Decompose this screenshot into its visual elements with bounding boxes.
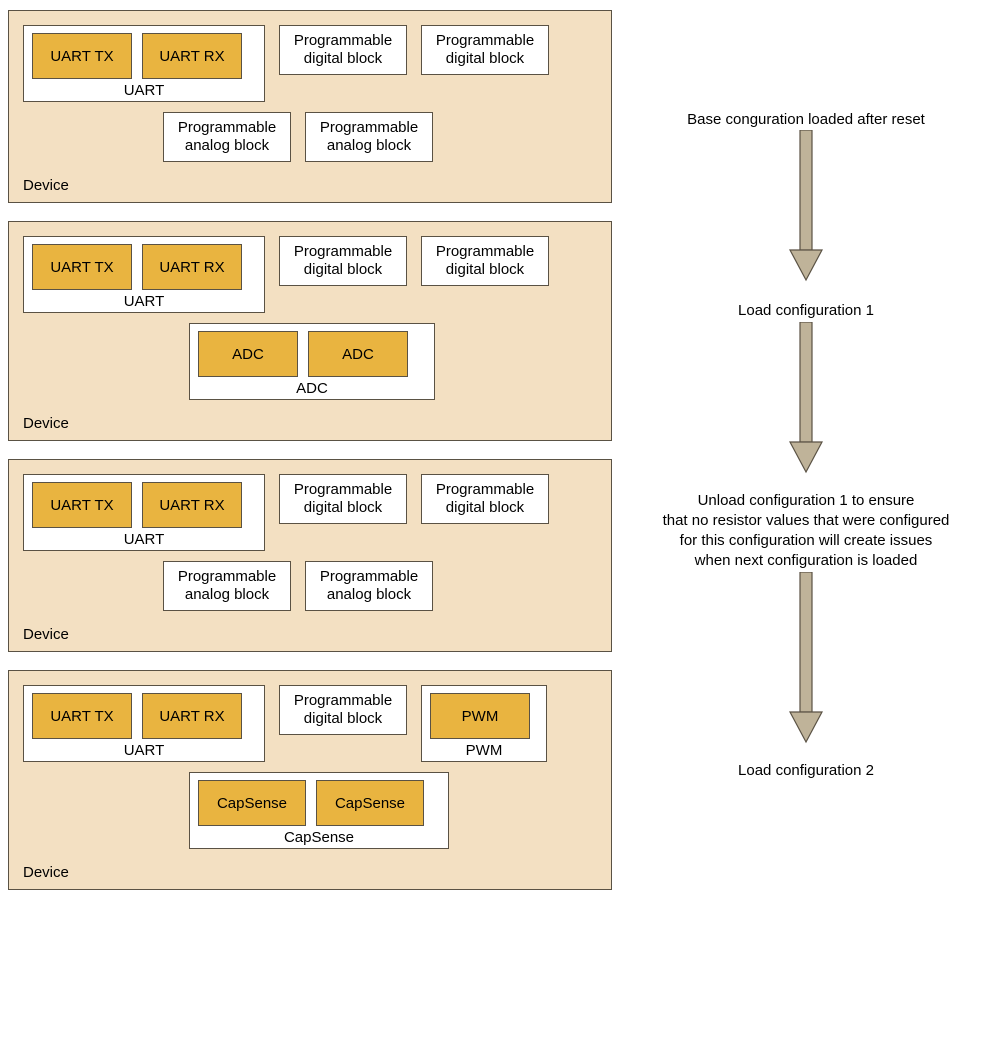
flow-step-unload: Unload configuration 1 to ensure that no… xyxy=(651,491,962,572)
adc-group: ADC ADC ADC xyxy=(189,323,435,400)
prog-analog-block: Programmable analog block xyxy=(163,561,291,611)
uart-label: UART xyxy=(24,742,264,759)
flow-step-load2: Load configuration 2 xyxy=(726,761,886,781)
flow-arrow-1 xyxy=(786,130,826,285)
uart-group: UART TX UART RX UART xyxy=(23,236,265,313)
device-label: Device xyxy=(23,415,69,432)
prog-digital-block: Programmable digital block xyxy=(421,236,549,286)
uart-tx-block: UART TX xyxy=(32,482,132,528)
adc-block: ADC xyxy=(198,331,298,377)
capsense-block: CapSense xyxy=(316,780,424,826)
uart-rx-block: UART RX xyxy=(142,244,242,290)
flow-column: Base conguration loaded after reset Load… xyxy=(620,0,1000,1042)
uart-group: UART TX UART RX UART xyxy=(23,685,265,762)
uart-tx-block: UART TX xyxy=(32,244,132,290)
prog-analog-block: Programmable analog block xyxy=(305,112,433,162)
prog-digital-block: Programmable digital block xyxy=(421,25,549,75)
device-label: Device xyxy=(23,864,69,881)
prog-digital-block: Programmable digital block xyxy=(279,474,407,524)
prog-digital-block: Programmable digital block xyxy=(279,685,407,735)
device-panel-4: UART TX UART RX UART Programmable digita… xyxy=(8,670,612,890)
capsense-label: CapSense xyxy=(190,829,448,846)
uart-rx-block: UART RX xyxy=(142,33,242,79)
uart-rx-block: UART RX xyxy=(142,482,242,528)
uart-label: UART xyxy=(24,531,264,548)
device-configs-column: UART TX UART RX UART Programmable digita… xyxy=(0,0,620,1042)
uart-label: UART xyxy=(24,293,264,310)
device-label: Device xyxy=(23,626,69,643)
uart-rx-block: UART RX xyxy=(142,693,242,739)
flow-arrow-2 xyxy=(786,322,826,477)
device-panel-1: UART TX UART RX UART Programmable digita… xyxy=(8,10,612,203)
uart-tx-block: UART TX xyxy=(32,33,132,79)
pwm-group: PWM PWM xyxy=(421,685,547,762)
uart-tx-block: UART TX xyxy=(32,693,132,739)
device-panel-3: UART TX UART RX UART Programmable digita… xyxy=(8,459,612,652)
capsense-block: CapSense xyxy=(198,780,306,826)
down-arrow-icon xyxy=(786,130,826,285)
flow-step-load1: Load configuration 1 xyxy=(726,301,886,321)
device-panel-2: UART TX UART RX UART Programmable digita… xyxy=(8,221,612,441)
adc-block: ADC xyxy=(308,331,408,377)
capsense-group: CapSense CapSense CapSense xyxy=(189,772,449,849)
prog-digital-block: Programmable digital block xyxy=(279,236,407,286)
adc-label: ADC xyxy=(190,380,434,397)
uart-group: UART TX UART RX UART xyxy=(23,25,265,102)
prog-digital-block: Programmable digital block xyxy=(279,25,407,75)
uart-group: UART TX UART RX UART xyxy=(23,474,265,551)
pwm-block: PWM xyxy=(430,693,530,739)
uart-label: UART xyxy=(24,82,264,99)
prog-analog-block: Programmable analog block xyxy=(163,112,291,162)
flow-step-base: Base conguration loaded after reset xyxy=(675,110,937,130)
prog-analog-block: Programmable analog block xyxy=(305,561,433,611)
prog-digital-block: Programmable digital block xyxy=(421,474,549,524)
down-arrow-icon xyxy=(786,572,826,747)
pwm-label: PWM xyxy=(422,742,546,759)
device-label: Device xyxy=(23,177,69,194)
flow-arrow-3 xyxy=(786,572,826,747)
down-arrow-icon xyxy=(786,322,826,477)
